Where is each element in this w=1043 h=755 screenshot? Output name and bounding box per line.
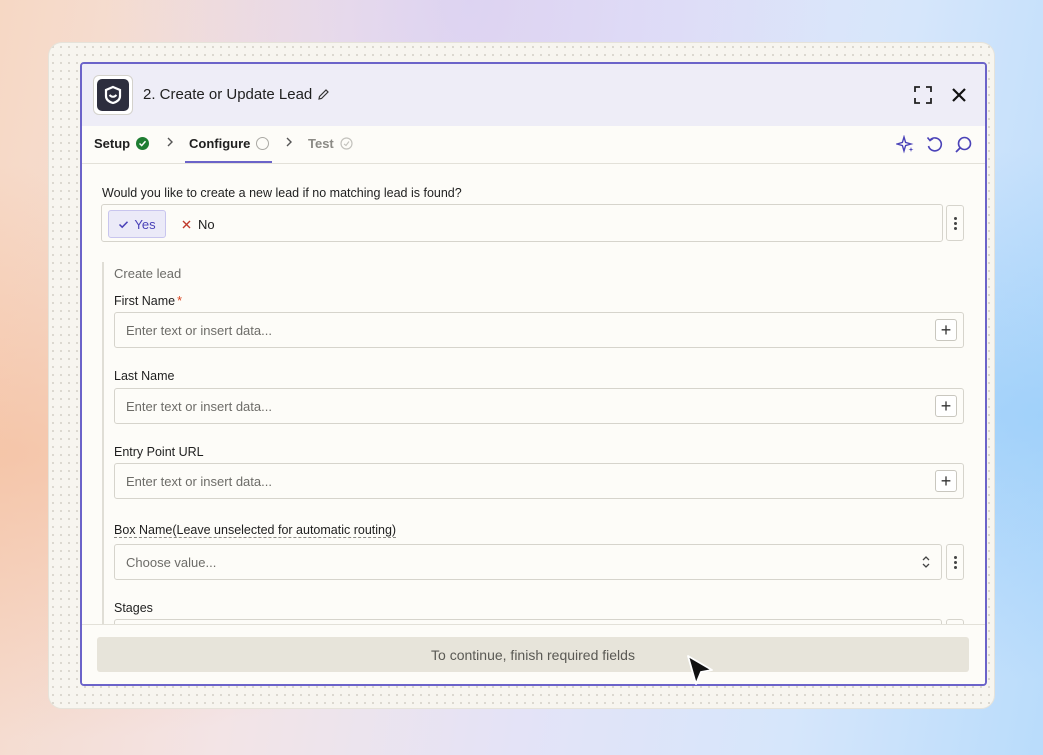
- box-name-select[interactable]: Choose value...: [114, 544, 942, 580]
- pencil-icon[interactable]: [317, 88, 330, 101]
- tab-setup[interactable]: Setup: [94, 136, 150, 151]
- required-marker: *: [177, 294, 182, 308]
- first-name-placeholder: Enter text or insert data...: [126, 323, 272, 338]
- entry-point-url-field[interactable]: Enter text or insert data... +: [114, 463, 964, 499]
- search-icon[interactable]: [954, 135, 973, 154]
- box-name-placeholder: Choose value...: [126, 555, 217, 570]
- close-icon[interactable]: [948, 84, 970, 106]
- tab-configure[interactable]: Configure: [189, 136, 270, 151]
- tab-setup-label: Setup: [94, 136, 131, 151]
- first-name-label: First Name *: [114, 294, 182, 308]
- shield-logo-icon: [104, 85, 122, 105]
- tab-test[interactable]: Test: [308, 136, 353, 151]
- sparkle-ai-icon[interactable]: [896, 135, 915, 154]
- undo-icon[interactable]: [925, 135, 944, 154]
- group-indent-line: [102, 262, 104, 624]
- active-tab-indicator: [185, 161, 272, 163]
- tab-toolbar: [896, 135, 973, 154]
- x-icon: [182, 220, 191, 228]
- create-lead-question: Would you like to create a new lead if n…: [102, 186, 462, 200]
- insert-data-button[interactable]: +: [935, 395, 957, 417]
- tab-configure-label: Configure: [189, 136, 251, 151]
- panel-footer: To continue, finish required fields: [82, 624, 985, 684]
- chevron-right-icon: [167, 137, 173, 147]
- entry-point-url-placeholder: Enter text or insert data...: [126, 474, 272, 489]
- no-label: No: [198, 216, 215, 232]
- chevron-up-down-icon: [922, 556, 930, 568]
- yes-no-toggle: Yes No: [101, 204, 943, 242]
- chevron-right-icon: [286, 137, 292, 147]
- stages-label: Stages: [114, 601, 153, 615]
- configure-form: Would you like to create a new lead if n…: [82, 164, 985, 624]
- app-logo: [93, 75, 133, 115]
- last-name-label: Last Name: [114, 369, 175, 383]
- entry-point-url-label: Entry Point URL: [114, 445, 204, 459]
- pending-circle-icon: [340, 137, 353, 150]
- empty-circle-icon: [256, 137, 270, 150]
- insert-data-button[interactable]: +: [935, 319, 957, 341]
- panel-header: 2. Create or Update Lead: [82, 64, 985, 126]
- last-name-field[interactable]: Enter text or insert data... +: [114, 388, 964, 424]
- first-name-field[interactable]: Enter text or insert data... +: [114, 312, 964, 348]
- tab-test-label: Test: [308, 136, 334, 151]
- box-name-label: Box Name(Leave unselected for automatic …: [114, 523, 397, 538]
- no-option-button[interactable]: No: [182, 210, 215, 238]
- continue-button[interactable]: To continue, finish required fields: [97, 637, 969, 672]
- insert-data-button[interactable]: +: [935, 470, 957, 492]
- mouse-cursor-icon: [687, 655, 713, 685]
- yes-option-button[interactable]: Yes: [108, 210, 166, 238]
- more-options-button[interactable]: [946, 205, 964, 241]
- create-lead-group-title: Create lead: [114, 266, 182, 281]
- expand-icon[interactable]: [912, 84, 934, 106]
- box-name-label-text: Box Name(Leave unselected for automatic …: [114, 523, 397, 538]
- step-title: 2. Create or Update Lead: [143, 86, 313, 103]
- yes-label: Yes: [134, 216, 156, 232]
- check-circle-icon: [136, 137, 150, 150]
- check-icon: [119, 220, 129, 228]
- step-tabs: Setup Configure Test: [82, 126, 985, 164]
- step-panel: 2. Create or Update Lead Setup Configure: [80, 62, 987, 686]
- more-options-button[interactable]: [946, 544, 964, 580]
- last-name-placeholder: Enter text or insert data...: [126, 399, 272, 414]
- first-name-label-text: First Name: [114, 294, 176, 308]
